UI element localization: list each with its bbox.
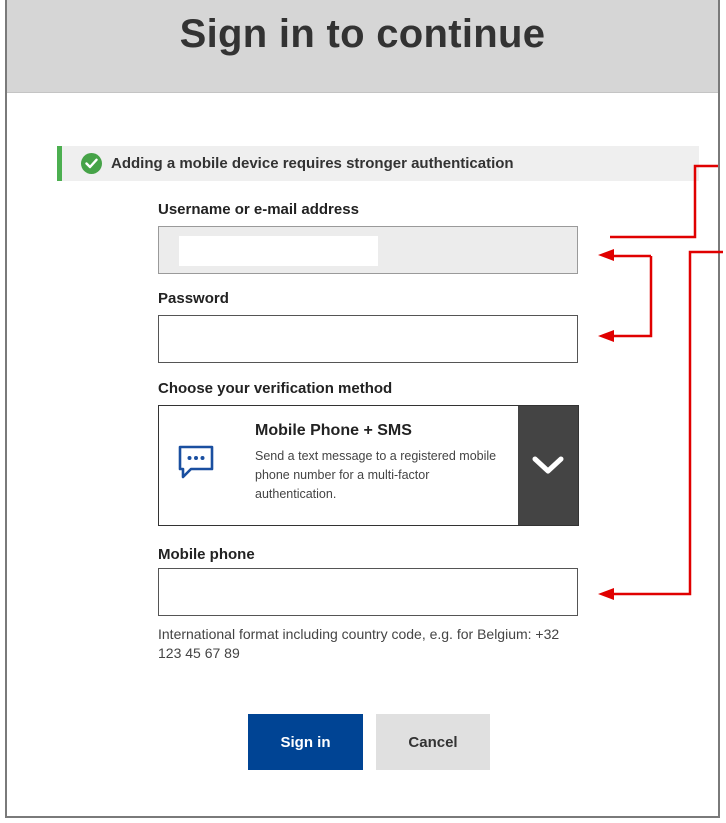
arrowhead-mobile [598, 588, 614, 600]
annotation-arrow-password [610, 256, 653, 338]
annotation-arrow-mobile [610, 250, 723, 596]
annotation-arrows [598, 164, 723, 600]
arrowhead-password [598, 330, 614, 342]
annotation-arrow-username [610, 164, 718, 239]
